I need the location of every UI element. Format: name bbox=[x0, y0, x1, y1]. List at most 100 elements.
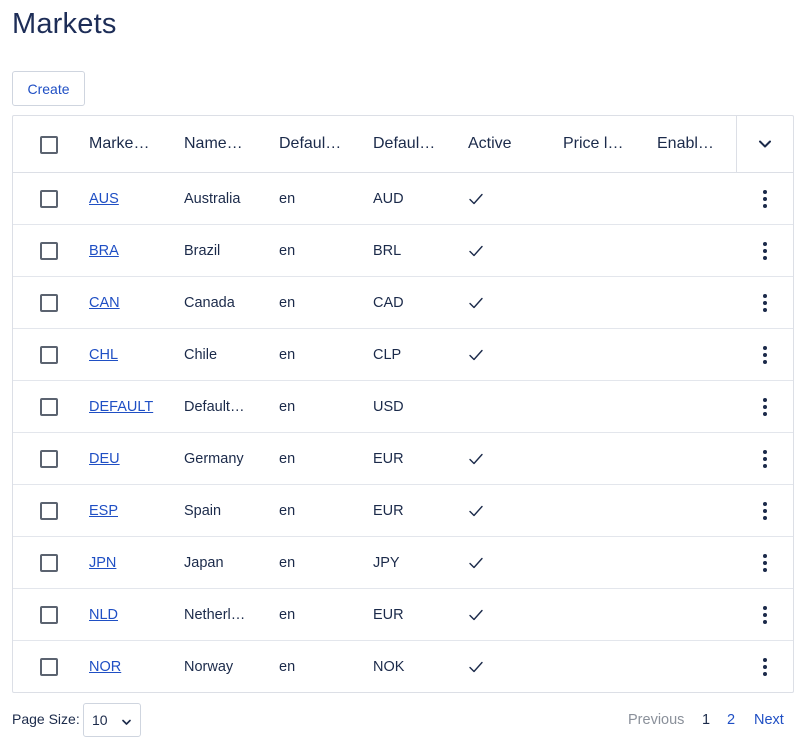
check-icon bbox=[468, 347, 484, 363]
next-page-button[interactable]: Next bbox=[754, 712, 784, 728]
price-list-cell bbox=[563, 225, 653, 276]
previous-page-button[interactable]: Previous bbox=[628, 712, 684, 728]
check-icon bbox=[468, 243, 484, 259]
default-language: en bbox=[279, 190, 296, 207]
kebab-menu-icon[interactable] bbox=[753, 291, 777, 315]
default-language: en bbox=[279, 606, 296, 623]
market-name: Japan bbox=[184, 554, 224, 571]
kebab-menu-icon[interactable] bbox=[753, 343, 777, 367]
market-code-link[interactable]: CAN bbox=[89, 295, 120, 311]
kebab-menu-icon[interactable] bbox=[753, 239, 777, 263]
default-currency: AUD bbox=[373, 190, 404, 207]
row-checkbox[interactable] bbox=[40, 345, 58, 364]
default-currency: BRL bbox=[373, 242, 402, 259]
page-2-button[interactable]: 2 bbox=[727, 712, 735, 728]
row-checkbox[interactable] bbox=[40, 241, 58, 260]
column-header-enabled[interactable]: Enabl… bbox=[657, 116, 747, 172]
kebab-menu-icon[interactable] bbox=[753, 499, 777, 523]
table-row: NOR Norway en NOK bbox=[13, 641, 793, 693]
default-currency: NOK bbox=[373, 659, 405, 675]
market-name: Germany bbox=[184, 450, 244, 467]
row-checkbox[interactable] bbox=[40, 189, 58, 208]
column-header-name[interactable]: Name… bbox=[184, 116, 274, 172]
kebab-menu-icon[interactable] bbox=[753, 551, 777, 575]
default-language: en bbox=[279, 659, 296, 675]
page-size-select[interactable]: 10 bbox=[83, 703, 141, 737]
chevron-down-icon[interactable] bbox=[753, 132, 777, 156]
page-title: Markets bbox=[12, 8, 117, 40]
price-list-cell bbox=[563, 277, 653, 328]
price-list-cell bbox=[563, 433, 653, 484]
select-all-checkbox[interactable] bbox=[40, 136, 58, 154]
market-name: Netherl… bbox=[184, 606, 246, 623]
column-header-default-currency[interactable]: Defaul… bbox=[373, 116, 463, 172]
default-currency: JPY bbox=[373, 554, 400, 571]
kebab-menu-icon[interactable] bbox=[753, 603, 777, 627]
column-header-default-language[interactable]: Defaul… bbox=[279, 116, 369, 172]
row-checkbox[interactable] bbox=[40, 501, 58, 520]
market-code-link[interactable]: CHL bbox=[89, 347, 118, 363]
price-list-cell bbox=[563, 641, 653, 693]
market-name: Norway bbox=[184, 659, 234, 675]
enabled-cell bbox=[657, 485, 747, 536]
kebab-menu-icon[interactable] bbox=[753, 187, 777, 211]
default-language: en bbox=[279, 242, 296, 259]
enabled-cell bbox=[657, 173, 747, 224]
market-code-link[interactable]: JPN bbox=[89, 555, 116, 571]
market-code-link[interactable]: ESP bbox=[89, 503, 118, 519]
kebab-menu-icon[interactable] bbox=[753, 395, 777, 419]
market-code-link[interactable]: NOR bbox=[89, 659, 121, 675]
default-language: en bbox=[279, 450, 296, 467]
row-checkbox[interactable] bbox=[40, 605, 58, 624]
page-size-value: 10 bbox=[92, 712, 108, 728]
column-header-price-list[interactable]: Price l… bbox=[563, 116, 653, 172]
check-icon bbox=[468, 659, 484, 675]
row-checkbox[interactable] bbox=[40, 553, 58, 572]
market-code-link[interactable]: NLD bbox=[89, 607, 118, 623]
default-currency: EUR bbox=[373, 502, 404, 519]
kebab-menu-icon[interactable] bbox=[753, 655, 777, 679]
check-icon bbox=[468, 451, 484, 467]
kebab-menu-icon[interactable] bbox=[753, 447, 777, 471]
table-row: CHL Chile en CLP bbox=[13, 329, 793, 381]
market-name: Spain bbox=[184, 502, 222, 519]
table-header: Marke… Name… Defaul… Defaul… Active Pric… bbox=[13, 116, 793, 173]
market-name: Brazil bbox=[184, 242, 221, 259]
market-code-link[interactable]: AUS bbox=[89, 191, 119, 207]
row-checkbox[interactable] bbox=[40, 293, 58, 312]
price-list-cell bbox=[563, 589, 653, 640]
market-code-link[interactable]: BRA bbox=[89, 243, 119, 259]
market-name: Default… bbox=[184, 398, 245, 415]
page-1-button[interactable]: 1 bbox=[702, 712, 710, 728]
enabled-cell bbox=[657, 225, 747, 276]
table-row: DEU Germany en EUR bbox=[13, 433, 793, 485]
column-header-active[interactable]: Active bbox=[468, 116, 558, 172]
enabled-cell bbox=[657, 433, 747, 484]
enabled-cell bbox=[657, 277, 747, 328]
enabled-cell bbox=[657, 329, 747, 380]
market-name: Chile bbox=[184, 346, 218, 363]
market-code-link[interactable]: DEFAULT bbox=[89, 399, 153, 415]
check-icon bbox=[468, 607, 484, 623]
table-row: CAN Canada en CAD bbox=[13, 277, 793, 329]
enabled-cell bbox=[657, 537, 747, 588]
market-code-link[interactable]: DEU bbox=[89, 451, 120, 467]
create-button[interactable]: Create bbox=[12, 71, 85, 106]
default-currency: EUR bbox=[373, 450, 404, 467]
column-header-market[interactable]: Marke… bbox=[89, 116, 179, 172]
table-row: JPN Japan en JPY bbox=[13, 537, 793, 589]
default-currency: CLP bbox=[373, 346, 402, 363]
row-checkbox[interactable] bbox=[40, 449, 58, 468]
check-icon bbox=[468, 295, 484, 311]
row-checkbox[interactable] bbox=[40, 658, 58, 676]
chevron-down-icon bbox=[121, 715, 132, 731]
enabled-cell bbox=[657, 381, 747, 432]
default-language: en bbox=[279, 346, 296, 363]
enabled-cell bbox=[657, 641, 747, 693]
row-checkbox[interactable] bbox=[40, 397, 58, 416]
default-currency: EUR bbox=[373, 606, 404, 623]
price-list-cell bbox=[563, 329, 653, 380]
default-language: en bbox=[279, 398, 296, 415]
check-icon bbox=[468, 503, 484, 519]
table-row: BRA Brazil en BRL bbox=[13, 225, 793, 277]
